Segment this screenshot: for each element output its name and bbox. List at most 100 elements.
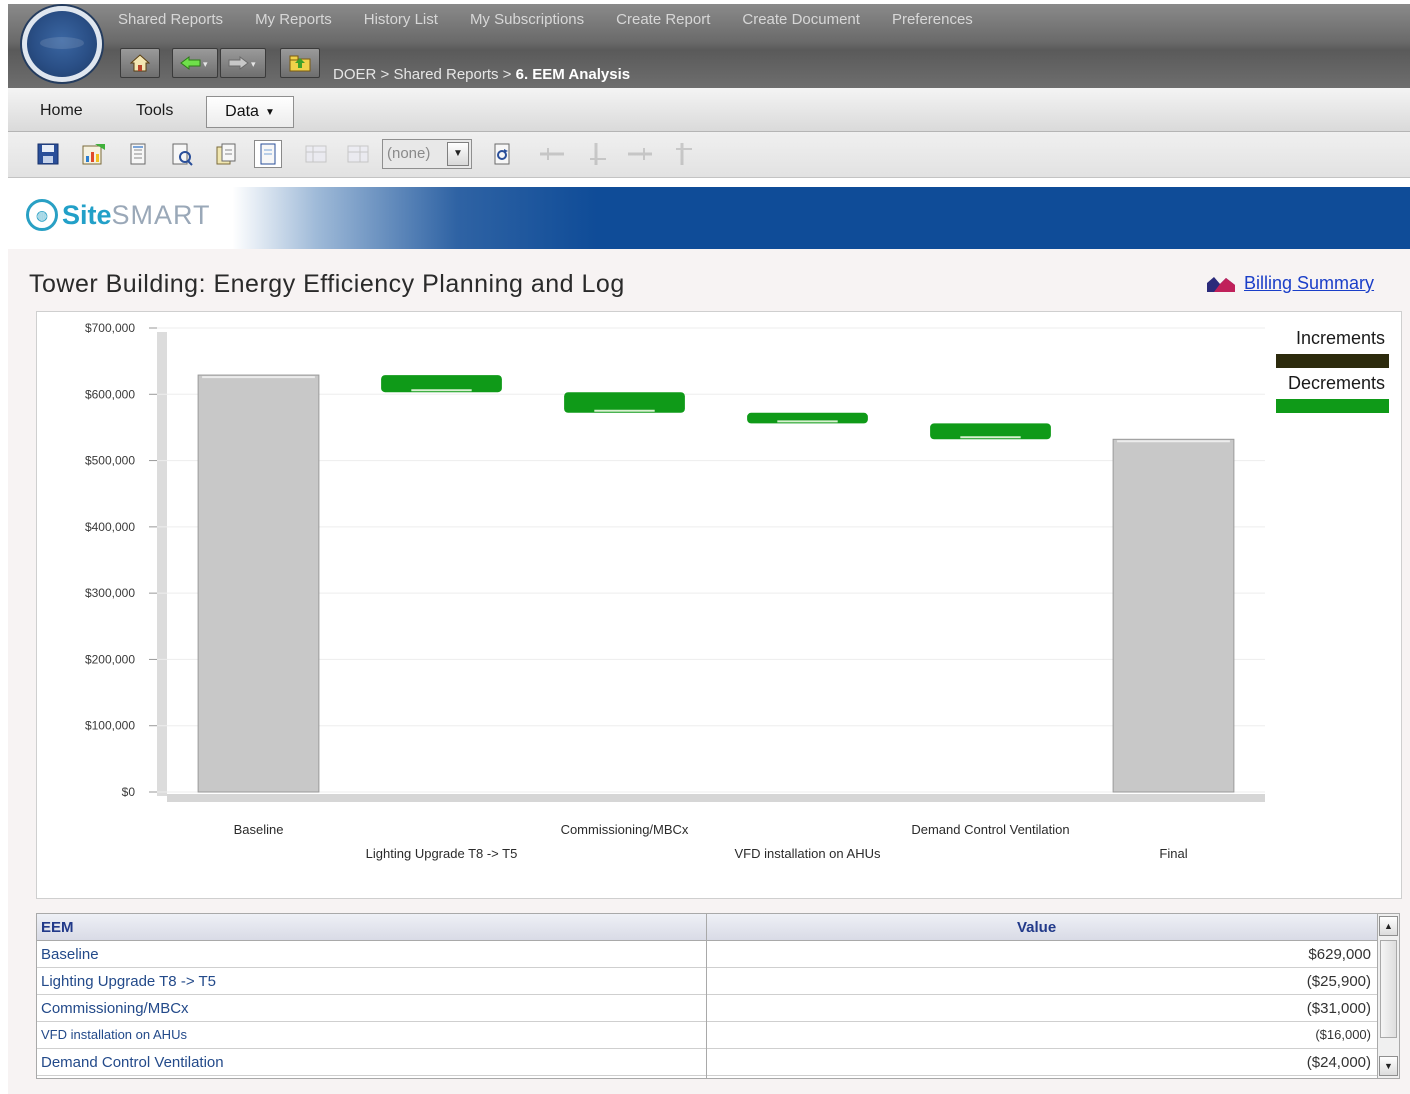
column-header-value[interactable]: Value [1017,919,1056,936]
sitesmart-banner: ◍ Site SMART [8,187,1410,249]
grid-view-icon [302,140,330,168]
y-tick-label: $400,000 [85,520,135,534]
y-axis-band [157,332,167,796]
svg-text:▾: ▾ [203,59,208,69]
table-row: Demand Control Ventilation ($24,000) [37,1049,1377,1076]
waterfall-bar-decrement [564,392,685,413]
value-cell: ($31,000) [1306,1000,1371,1017]
eem-cell: Lighting Upgrade T8 -> T5 [41,973,216,990]
table-row: Commissioning/MBCx ($31,000) [37,995,1377,1022]
eem-table: EEM Value Baseline $629,000 Lighting Upg… [36,913,1400,1079]
menu-data-label: Data [225,103,259,120]
banner-smart-text: SMART [111,199,211,230]
folder-up-icon [289,55,311,72]
table-scrollbar[interactable]: ▲ ▼ [1377,914,1399,1078]
save-icon[interactable] [34,140,62,168]
nav-shared-reports[interactable]: Shared Reports [118,10,239,32]
y-tick-label: $100,000 [85,719,135,733]
waterfall-chart-panel: $0 $100,000 $200,000 $300,000 $400,000 $500,0… [36,311,1402,899]
legend-swatch-decrements [1276,399,1389,413]
home-icon [130,54,150,72]
x-tick-label: Final [1159,846,1187,861]
legend-label-increments: Increments [1296,328,1385,348]
menu-data[interactable]: Data ▼ [206,96,294,128]
page-view-icon[interactable] [254,140,282,168]
column-header-eem[interactable]: EEM [41,919,74,936]
home-button[interactable] [120,48,160,78]
billing-summary-label: Billing Summary [1244,273,1375,293]
eem-cell: Baseline [41,946,99,963]
svg-text:▾: ▾ [251,59,256,69]
breadcrumb-shared-reports[interactable]: Shared Reports [393,66,498,83]
legend-swatch-increments [1276,354,1389,368]
forward-button[interactable]: ▾ [220,48,266,78]
nav-my-subscriptions[interactable]: My Subscriptions [454,10,600,32]
move-right-icon [626,140,654,168]
scroll-up-icon[interactable]: ▲ [1379,916,1398,936]
value-cell: ($25,900) [1306,973,1371,990]
waterfall-bar-final [1112,438,1235,793]
back-button[interactable]: ▾ [172,48,218,78]
up-folder-button[interactable] [280,48,320,78]
refresh-icon[interactable] [488,140,516,168]
report-toolbar: (none) ▼ [8,132,1410,178]
x-tick-label: Baseline [234,822,284,837]
page-title: Tower Building: Energy Efficiency Planni… [29,270,625,298]
menu-home[interactable]: Home [40,102,83,120]
scrollbar-thumb[interactable] [1380,940,1397,1038]
breadcrumb-separator: > [498,66,516,83]
table-row: VFD installation on AHUs ($16,000) [37,1022,1377,1049]
value-cell: $629,000 [1308,946,1371,963]
breadcrumb-root[interactable]: DOER [333,66,376,83]
y-tick-label: $0 [122,785,136,799]
app-logo-icon[interactable] [22,6,102,82]
billing-summary-link[interactable]: Billing Summary [1206,273,1374,294]
breadcrumb-current: 6. EEM Analysis [515,66,631,83]
billing-chart-icon [1207,276,1235,292]
nav-my-reports[interactable]: My Reports [239,10,348,32]
print-preview-icon[interactable] [168,140,196,168]
table-row: Lighting Upgrade T8 -> T5 ($25,900) [37,968,1377,995]
y-tick-label: $200,000 [85,652,135,666]
breadcrumb-separator: > [376,66,394,83]
eem-cell: VFD installation on AHUs [41,1027,187,1042]
y-tick-label: $300,000 [85,586,135,600]
x-tick-label: Demand Control Ventilation [911,822,1069,837]
move-up-icon [584,140,612,168]
move-down-icon [670,140,698,168]
sitesmart-logo: ◍ Site SMART [26,199,211,231]
y-tick-label: $600,000 [85,387,135,401]
x-axis-band [167,794,1265,802]
nav-history-list[interactable]: History List [348,10,454,32]
copy-document-icon[interactable] [212,140,240,168]
value-cell: ($24,000) [1306,1054,1371,1071]
export-chart-icon[interactable] [80,140,108,168]
chevron-down-icon[interactable]: ▼ [447,142,469,166]
nav-create-document[interactable]: Create Document [726,10,876,32]
sitesmart-logo-icon: ◍ [26,199,58,231]
x-tick-label: Lighting Upgrade T8 -> T5 [366,846,518,861]
move-left-icon [538,140,566,168]
menu-tools[interactable]: Tools [136,102,173,120]
column-divider [706,914,707,1078]
y-tick-label: $700,000 [85,321,135,335]
chevron-down-icon: ▼ [264,106,275,118]
scroll-down-icon[interactable]: ▼ [1379,1056,1398,1076]
nav-preferences[interactable]: Preferences [876,10,989,32]
value-cell: ($16,000) [1315,1027,1371,1042]
y-tick-label: $500,000 [85,454,135,468]
table-row: Baseline $629,000 [37,941,1377,968]
document-icon[interactable] [124,140,152,168]
back-arrow-icon: ▾ [180,56,208,70]
waterfall-bar-baseline [197,374,320,793]
nav-create-report[interactable]: Create Report [600,10,726,32]
x-tick-label: Commissioning/MBCx [561,822,689,837]
x-tick-label: VFD installation on AHUs [735,846,881,861]
graph-view-icon [344,140,372,168]
breadcrumb: DOER > Shared Reports > 6. EEM Analysis [333,66,630,83]
page-by-select[interactable]: (none) ▼ [382,139,472,169]
legend-label-decrements: Decrements [1288,373,1385,393]
waterfall-chart: $0 $100,000 $200,000 $300,000 $400,000 $500,0… [85,321,1389,861]
top-navigation-bar: Shared Reports My Reports History List M… [8,4,1410,88]
main-nav: Shared Reports My Reports History List M… [118,10,989,32]
